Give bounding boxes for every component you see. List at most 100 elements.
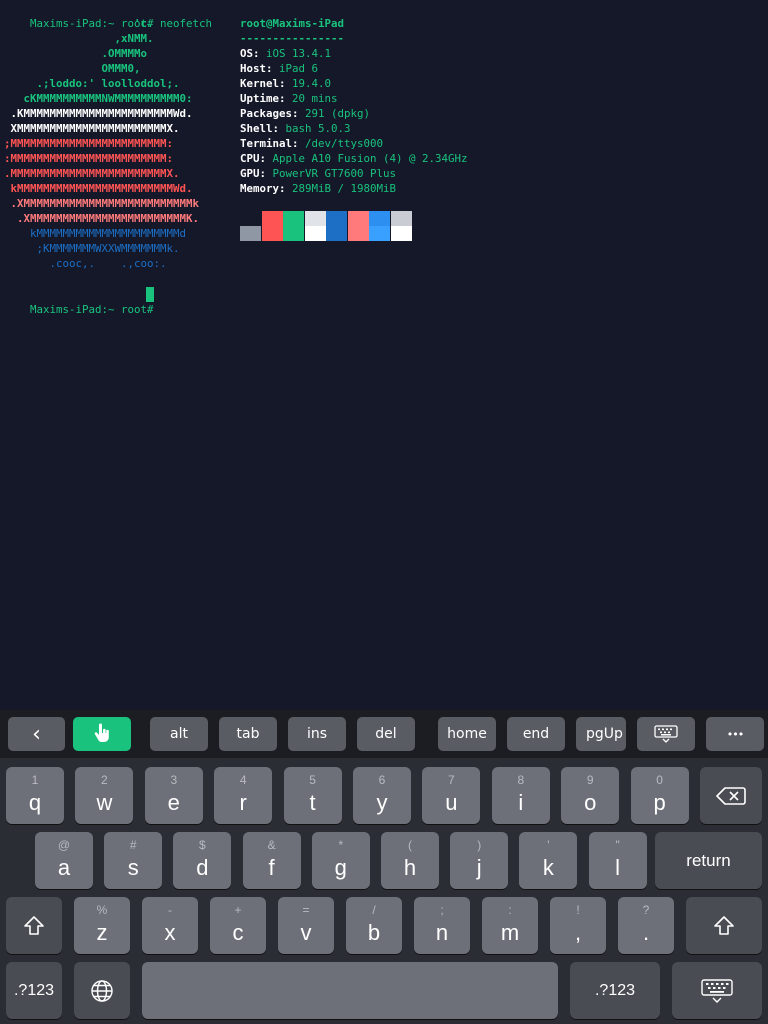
key-primary-label: o <box>584 790 597 815</box>
letter-key[interactable]: % z <box>74 897 130 954</box>
key-secondary-label: @ <box>57 838 71 852</box>
key-primary-label: f <box>268 855 275 880</box>
key-secondary-label: ( <box>408 838 412 852</box>
color-swatch <box>369 211 390 226</box>
info-value: iOS 13.4.1 <box>266 47 332 60</box>
key-secondary-label: ' <box>547 838 550 852</box>
numbers-left-key[interactable]: .?123 <box>6 962 62 1019</box>
letter-key[interactable]: -x <box>142 897 198 954</box>
info-title: root@Maxims-iPad <box>240 17 345 30</box>
letter-key[interactable]: 5t <box>283 767 342 824</box>
dismiss-keyboard-key[interactable] <box>672 962 762 1019</box>
letter-key[interactable]: ; n <box>414 897 470 954</box>
letter-key[interactable]: 1q <box>6 767 64 824</box>
text-cursor <box>146 287 154 302</box>
letter-key[interactable]: 6y <box>353 767 411 824</box>
letter-key[interactable]: + c <box>210 897 266 954</box>
back-button[interactable]: ‹ <box>8 717 65 751</box>
logo-line: .OMMMMo <box>4 47 148 60</box>
ins-button[interactable]: ins <box>288 717 346 751</box>
globe-key[interactable] <box>74 962 130 1019</box>
color-swatch <box>369 226 390 241</box>
info-key: Terminal <box>240 137 293 150</box>
alt-button[interactable]: alt <box>150 717 208 751</box>
shift-right-key[interactable] <box>686 897 762 954</box>
letter-key[interactable]: 7u <box>422 767 481 824</box>
info-key: Memory <box>240 182 280 195</box>
key-primary-label: d <box>196 855 209 880</box>
logo-line: OMMM0, <box>4 62 141 75</box>
key-secondary-label: - <box>168 903 172 917</box>
more-button[interactable]: ••• <box>706 717 764 751</box>
letter-key[interactable]: !, <box>550 897 606 954</box>
keyboard: ‹ alt tab ins del home end pgUp ••• 1q2w… <box>0 710 768 1024</box>
key-secondary-label: / <box>372 903 376 917</box>
info-separator: ---------------- <box>240 32 345 45</box>
shift-icon <box>714 915 734 935</box>
info-key: Host <box>240 62 267 75</box>
color-swatch <box>390 226 412 241</box>
logo-line: kMMMMMMMMMMMMMMMMMMMMMMMMWd. <box>4 182 193 195</box>
terminal[interactable]: Maxims-iPad:~ root# neofetch 'c. ,xNMM. … <box>0 0 768 710</box>
numbers-left-label: .?123 <box>13 981 55 999</box>
letter-key[interactable]: 8i <box>491 767 550 824</box>
del-button[interactable]: del <box>357 717 415 751</box>
letter-key[interactable]: = v <box>278 897 334 954</box>
numbers-right-key[interactable]: .?123 <box>570 962 660 1019</box>
letter-key[interactable]: ) j <box>450 832 509 889</box>
letter-key[interactable]: / b <box>346 897 402 954</box>
key-primary-label: , <box>574 920 582 945</box>
letter-key[interactable]: $ d <box>173 832 232 889</box>
letter-key[interactable]: ' k <box>519 832 578 889</box>
letter-key[interactable]: (h <box>381 832 439 889</box>
hide-keyboard-button[interactable] <box>637 717 695 751</box>
end-button[interactable]: end <box>507 717 565 751</box>
letter-key[interactable]: & f <box>242 832 301 889</box>
key-secondary-label: 4 <box>239 773 247 787</box>
keyboard-icon <box>654 725 678 743</box>
letter-key[interactable]: 2w <box>75 767 134 824</box>
key-primary-label: x <box>164 920 176 945</box>
key-primary-label: h <box>403 855 417 880</box>
space-key[interactable] <box>142 962 558 1019</box>
letter-key[interactable]: 4r <box>214 767 273 824</box>
return-label: return <box>686 850 731 870</box>
info-value: 19.4.0 <box>292 77 332 90</box>
letter-key[interactable]: 3e <box>144 767 203 824</box>
info-key: OS <box>240 47 254 60</box>
info-row: Terminal: /dev/ttys000 <box>240 137 384 150</box>
backspace-key[interactable] <box>700 767 762 824</box>
home-button[interactable]: home <box>438 717 496 751</box>
key-secondary-label: % <box>96 903 108 917</box>
logo-line: ;KMMMMMMMWXXWMMMMMMMk. <box>4 242 180 255</box>
logo-line: 'c. <box>4 17 154 30</box>
letter-key[interactable]: " l <box>588 832 647 889</box>
info-key: CPU <box>240 152 260 165</box>
tab-button[interactable]: tab <box>219 717 277 751</box>
letter-key[interactable]: :m <box>482 897 538 954</box>
shift-left-key[interactable] <box>6 897 62 954</box>
info-value: /dev/ttys000 <box>305 137 384 150</box>
key-primary-label: c <box>232 920 244 945</box>
key-secondary-label: " <box>615 838 620 852</box>
key-secondary-label: 6 <box>378 773 386 787</box>
color-swatch <box>347 226 369 241</box>
letter-key[interactable]: * g <box>311 832 370 889</box>
color-swatch <box>326 226 347 241</box>
color-swatch <box>283 211 304 226</box>
letter-key[interactable]: 0p <box>630 767 689 824</box>
pgup-button[interactable]: pgUp <box>576 717 626 751</box>
info-value: PowerVR GT7600 Plus <box>272 167 397 180</box>
info-row: Packages: 291 (dpkg) <box>240 107 371 120</box>
letter-key[interactable]: 9o <box>561 767 620 824</box>
letter-key[interactable]: # s <box>104 832 163 889</box>
letter-key[interactable]: @ a <box>35 832 93 889</box>
touch-button[interactable] <box>73 717 131 751</box>
logo-line: .MMMMMMMMMMMMMMMMMMMMMMMMX. <box>4 167 180 180</box>
logo-line: .XMMMMMMMMMMMMMMMMMMMMMMMMMMk <box>4 197 200 210</box>
return-key[interactable]: return <box>655 832 762 889</box>
info-row: Kernel: 19.4.0 <box>240 77 332 90</box>
letter-key[interactable]: ?. <box>618 897 674 954</box>
numbers-right-label: .?123 <box>594 981 636 999</box>
key-secondary-label: # <box>129 838 137 852</box>
